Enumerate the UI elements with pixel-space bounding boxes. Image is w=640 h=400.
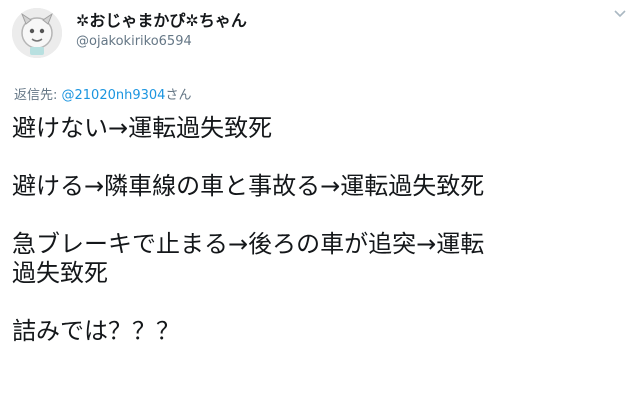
reply-mention-link[interactable]: @21020nh9304 xyxy=(62,88,166,103)
display-name[interactable]: ✲おじゃまかぴ✲ちゃん xyxy=(76,7,247,31)
avatar-image xyxy=(12,8,62,58)
tweet-line-1: 避けない→運転過失致死 xyxy=(12,114,273,142)
tweet-line-3b: 過失致死 xyxy=(12,259,108,287)
tweet-line-2: 避ける→隣車線の車と事故る→運転過失致死 xyxy=(12,172,485,200)
chevron-down-icon[interactable] xyxy=(614,10,626,18)
tweet-line-4: 詰みでは？？？ xyxy=(12,317,180,345)
reply-prefix: 返信先: xyxy=(14,88,62,103)
user-handle[interactable]: @ojakokiriko6594 xyxy=(76,34,192,49)
avatar[interactable] xyxy=(12,8,62,58)
reply-to-line: 返信先: @21020nh9304さん xyxy=(14,84,191,103)
reply-suffix: さん xyxy=(165,88,192,103)
tweet-text: 避けない→運転過失致死 避ける→隣車線の車と事故る→運転過失致死 急ブレーキで止… xyxy=(12,114,628,346)
tweet-card: ✲おじゃまかぴ✲ちゃん @ojakokiriko6594 返信先: @21020… xyxy=(0,0,640,400)
tweet-line-3a: 急ブレーキで止まる→後ろの車が追突→運転 xyxy=(12,230,485,258)
